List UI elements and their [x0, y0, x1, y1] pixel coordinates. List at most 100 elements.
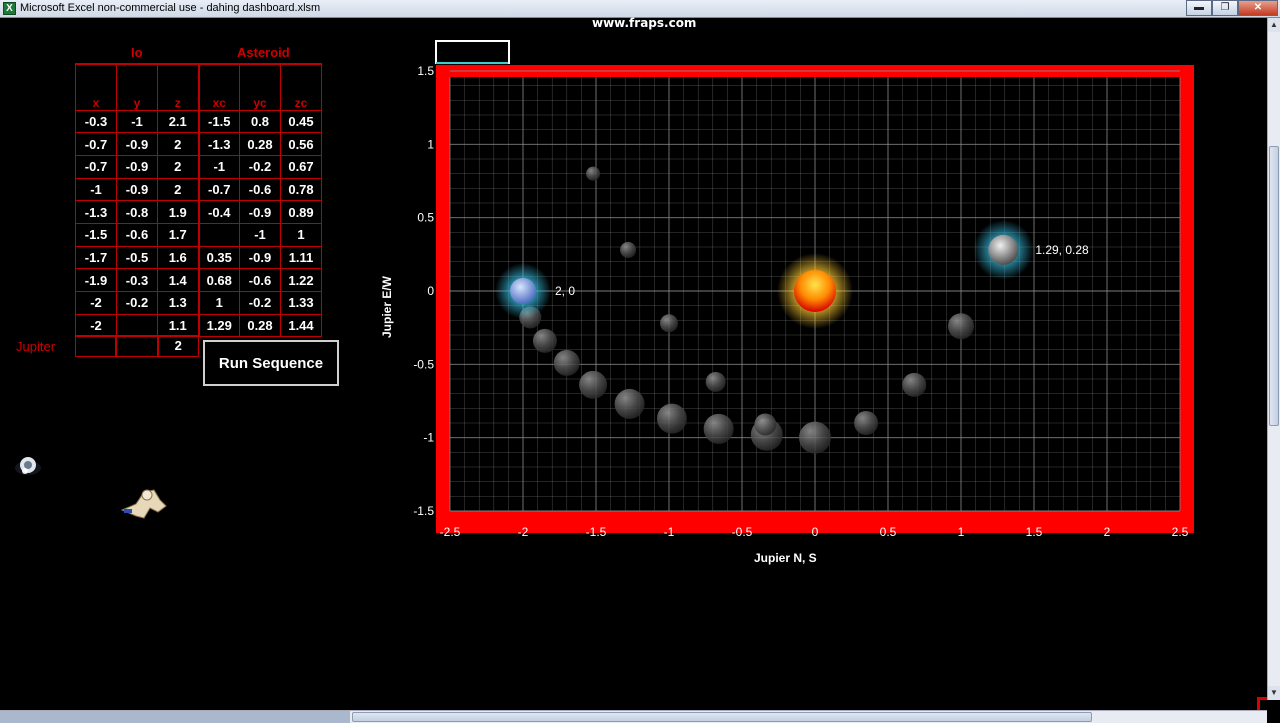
y-axis-title: Jupier E/W [380, 275, 395, 339]
table-cell[interactable]: -0.5 [116, 245, 158, 270]
horizontal-scroll-thumb[interactable] [352, 712, 1092, 722]
vertical-scroll-thumb[interactable] [1269, 146, 1279, 426]
table-cell[interactable]: 1 [198, 291, 240, 315]
table-cell[interactable]: 0.8 [239, 109, 281, 134]
table-cell[interactable]: 1.44 [280, 313, 322, 338]
table-cell[interactable]: 0.56 [280, 132, 322, 156]
table-cell[interactable]: -0.3 [75, 109, 117, 134]
col-header-yc[interactable]: yc [239, 63, 281, 111]
coordinates-table: x y z xc yc zc -0.3 -1 2.1 -1.5 0.8 0.45 -0.7… [75, 63, 322, 338]
horizontal-scrollbar[interactable] [0, 710, 1267, 723]
table-cell[interactable]: 1 [280, 222, 322, 247]
table-cell[interactable]: -1.5 [75, 222, 117, 247]
table-cell[interactable]: -1 [116, 109, 158, 134]
close-button[interactable]: ✕ [1238, 0, 1278, 16]
orbit-chart: -2.5 -2 -1.5 -1 -0.5 0 0.5 1 1.5 2 2.5 1.5 1 0.5 0 -0.5… [413, 64, 1194, 539]
table-cell[interactable]: -1 [198, 154, 240, 179]
col-header-x[interactable]: x [75, 63, 117, 111]
excel-icon: X [3, 2, 16, 15]
table-cell[interactable]: 0.67 [280, 154, 322, 179]
table-row: -0.3 -1 2.1 -1.5 0.8 0.45 [75, 109, 322, 134]
window-controls: ▬ ❐ ✕ [1186, 0, 1278, 16]
table-cell[interactable]: 0.68 [198, 268, 240, 292]
col-header-z[interactable]: z [157, 63, 200, 111]
table-cell[interactable]: 1.1 [157, 313, 200, 338]
table-cell[interactable]: -0.7 [75, 154, 117, 179]
table-cell[interactable]: 1.11 [280, 245, 322, 270]
table-cell[interactable] [198, 222, 240, 247]
table-row: -1.9 -0.3 1.4 0.68 -0.6 1.22 [75, 268, 322, 292]
orbit-point [586, 166, 601, 181]
minimize-button[interactable]: ▬ [1186, 0, 1212, 16]
x-tick-label: -1.5 [586, 525, 607, 539]
sheet-tab-area[interactable] [0, 711, 350, 723]
table-cell[interactable]: 1.4 [157, 268, 200, 292]
jupiter-z-cell[interactable]: 2 [157, 335, 199, 357]
x-tick-label: 2.5 [1172, 525, 1189, 539]
table-cell[interactable]: -0.9 [116, 154, 158, 179]
table-cell[interactable]: 0.45 [280, 109, 322, 134]
table-cell[interactable]: 1.9 [157, 200, 200, 224]
table-cell[interactable]: -0.9 [239, 200, 281, 224]
scroll-down-icon[interactable]: ▼ [1268, 686, 1280, 700]
table-cell[interactable]: 2 [157, 132, 200, 156]
orbit-point [854, 411, 879, 435]
table-row: -0.7 -0.9 2 -1.3 0.28 0.56 [75, 132, 322, 156]
table-cell[interactable]: 0.28 [239, 313, 281, 338]
table-cell[interactable] [116, 313, 158, 338]
col-header-xc[interactable]: xc [198, 63, 240, 111]
table-cell[interactable]: -0.6 [239, 177, 281, 202]
jupiter-x-cell[interactable] [75, 335, 117, 357]
orbit-point [799, 421, 831, 454]
table-cell[interactable]: -1 [75, 177, 117, 202]
col-header-y[interactable]: y [116, 63, 158, 111]
table-cell[interactable]: -1.3 [198, 132, 240, 156]
table-cell[interactable]: -1 [239, 222, 281, 247]
table-cell[interactable]: -0.6 [239, 268, 281, 292]
table-row: -2 -0.2 1.3 1 -0.2 1.33 [75, 291, 322, 315]
restore-button[interactable]: ❐ [1212, 0, 1238, 16]
orbit-point [660, 314, 678, 333]
table-cell[interactable]: -0.2 [239, 291, 281, 315]
table-cell[interactable]: -1.9 [75, 268, 117, 292]
table-cell[interactable]: 0.35 [198, 245, 240, 270]
table-cell[interactable]: 1.33 [280, 291, 322, 315]
table-cell[interactable]: 0.28 [239, 132, 281, 156]
orbit-point [902, 372, 927, 397]
table-cell[interactable]: -1.7 [75, 245, 117, 270]
table-row: -2 1.1 1.29 0.28 1.44 [75, 313, 322, 338]
table-cell[interactable]: -0.7 [198, 177, 240, 202]
table-cell[interactable]: 1.7 [157, 222, 200, 247]
table-cell[interactable]: -0.8 [116, 200, 158, 224]
table-cell[interactable]: -1.3 [75, 200, 117, 224]
table-cell[interactable]: 2 [157, 154, 200, 179]
run-sequence-button[interactable]: Run Sequence [203, 340, 339, 386]
table-cell[interactable]: -0.9 [116, 132, 158, 156]
table-cell[interactable]: 1.3 [157, 291, 200, 315]
table-cell[interactable]: 1.22 [280, 268, 322, 292]
table-cell[interactable]: 2 [157, 177, 200, 202]
table-cell[interactable]: -1.5 [198, 109, 240, 134]
col-header-zc[interactable]: zc [280, 63, 322, 111]
table-cell[interactable]: -2 [75, 313, 117, 338]
table-cell[interactable]: 0.89 [280, 200, 322, 224]
jupiter-y-cell[interactable] [116, 335, 158, 357]
table-cell[interactable]: 2.1 [157, 109, 200, 134]
table-cell[interactable]: -0.9 [239, 245, 281, 270]
table-cell[interactable]: -0.3 [116, 268, 158, 292]
table-row: -0.7 -0.9 2 -1 -0.2 0.67 [75, 154, 322, 179]
table-cell[interactable]: 1.29 [198, 313, 240, 338]
table-cell[interactable]: -0.2 [239, 154, 281, 179]
table-cell[interactable]: -0.6 [116, 222, 158, 247]
table-cell[interactable]: 0.78 [280, 177, 322, 202]
table-cell[interactable]: -0.7 [75, 132, 117, 156]
table-cell[interactable]: -0.4 [198, 200, 240, 224]
scroll-up-icon[interactable]: ▲ [1268, 18, 1280, 32]
x-tick-label: -1 [664, 525, 675, 539]
table-cell[interactable]: -2 [75, 291, 117, 315]
vertical-scrollbar[interactable]: ▲ ▼ [1267, 18, 1280, 700]
table-cell[interactable]: 1.6 [157, 245, 200, 270]
table-cell[interactable]: -0.9 [116, 177, 158, 202]
table-cell[interactable]: -0.2 [116, 291, 158, 315]
orbit-point [614, 388, 645, 419]
